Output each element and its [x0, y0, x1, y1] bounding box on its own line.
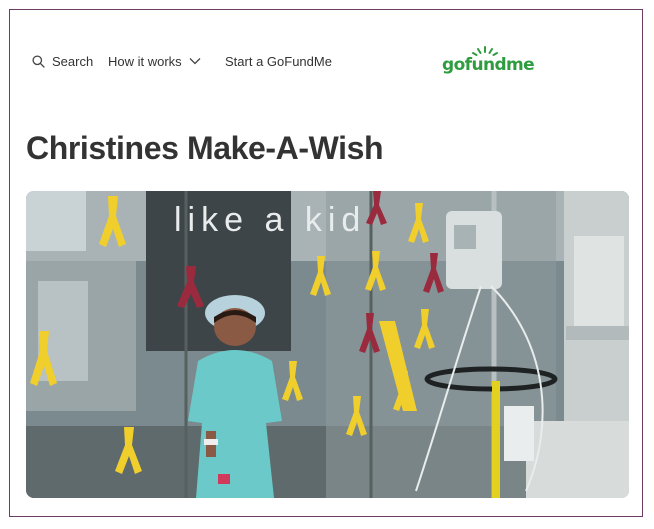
svg-text:like a kid: like a kid	[174, 201, 366, 239]
campaign-title: Christines Make-A-Wish	[26, 130, 384, 166]
gofundme-logo[interactable]: gofundme	[442, 44, 535, 78]
search-label: Search	[52, 53, 94, 69]
how-it-works-menu[interactable]: How it works	[108, 48, 201, 74]
start-gofundme-label: Start a GoFundMe	[225, 53, 332, 69]
chevron-down-icon	[189, 58, 201, 65]
start-gofundme-link[interactable]: Start a GoFundMe	[225, 48, 332, 74]
top-nav: Search How it works Start a GoFundMe	[10, 48, 642, 74]
how-it-works-label: How it works	[108, 53, 182, 69]
campaign-hero-image[interactable]: like a kid	[26, 191, 629, 498]
logo-text: gofundme	[442, 55, 535, 75]
search-button[interactable]: Search	[32, 48, 93, 74]
window-lettering: like a kid	[174, 201, 366, 239]
page-frame: Search How it works Start a GoFundMe gof…	[9, 9, 643, 517]
search-icon	[32, 54, 45, 68]
